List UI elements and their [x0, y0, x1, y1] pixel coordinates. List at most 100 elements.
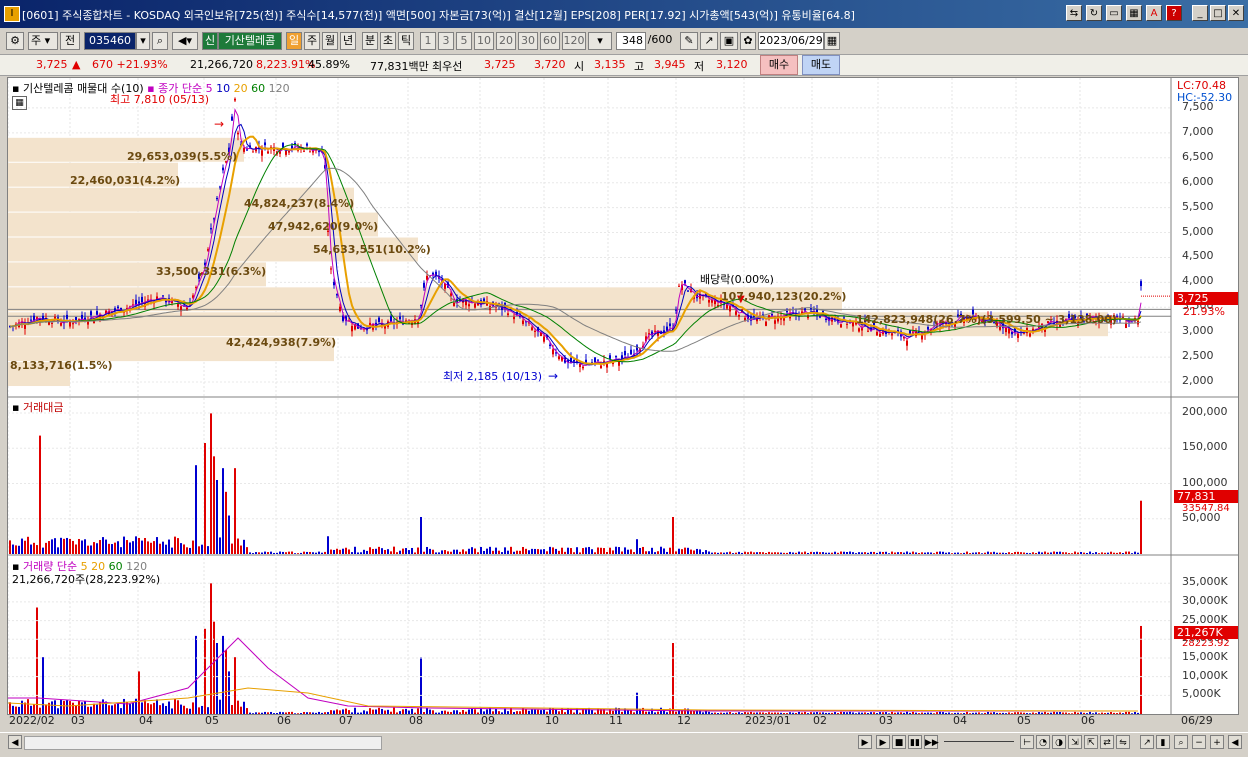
volume-bar: [732, 713, 734, 714]
amount-bar: [324, 551, 326, 554]
price-tick: 6,000: [1182, 174, 1214, 188]
fast-forward-icon[interactable]: ▶▶: [924, 735, 939, 749]
zoom-in-icon[interactable]: +: [1210, 735, 1224, 749]
volume-bar: [834, 712, 836, 714]
help-icon[interactable]: ?: [1166, 5, 1182, 21]
prev-button[interactable]: 전: [60, 32, 80, 50]
tool-1-icon[interactable]: ◔: [1036, 735, 1050, 749]
zoom-slider[interactable]: [944, 741, 1014, 742]
amount-bar: [912, 551, 914, 554]
tool-8-icon[interactable]: ▮: [1156, 735, 1170, 749]
volume-bar: [519, 711, 521, 714]
volume-bar: [252, 713, 254, 714]
candle-body: [333, 281, 335, 286]
tool-ruler-icon[interactable]: ⊢: [1020, 735, 1034, 749]
link-icon[interactable]: ⇆: [1066, 5, 1082, 21]
period-tab-month[interactable]: 월: [322, 32, 338, 50]
amount-bar: [210, 413, 212, 554]
chart-icon[interactable]: ↗: [700, 32, 718, 50]
num-tab-1[interactable]: 1: [420, 32, 436, 50]
amount-bar: [1017, 551, 1019, 554]
num-tab-60[interactable]: 60: [540, 32, 560, 50]
scroll-right-icon[interactable]: ▶: [858, 735, 872, 749]
amount-bar: [831, 552, 833, 554]
search-icon[interactable]: ⌕: [152, 32, 168, 50]
stock-code-input[interactable]: 035460: [84, 32, 136, 50]
num-tab-3[interactable]: 3: [438, 32, 454, 50]
amount-bar: [816, 551, 818, 554]
volume-bar: [867, 712, 869, 714]
tool-6-icon[interactable]: ⇋: [1116, 735, 1130, 749]
volume-bar: [1137, 712, 1139, 714]
num-tab-10[interactable]: 10: [474, 32, 494, 50]
num-tab-20[interactable]: 20: [496, 32, 516, 50]
num-tab-120[interactable]: 120: [562, 32, 586, 50]
chart-area[interactable]: → → ▼: [7, 77, 1239, 715]
calendar-icon[interactable]: ▦: [824, 32, 840, 50]
amount-bar: [1086, 553, 1088, 554]
period-tab-week[interactable]: 주: [304, 32, 320, 50]
font-icon[interactable]: A: [1146, 5, 1162, 21]
candle-body: [117, 306, 119, 309]
amount-bar: [1032, 552, 1034, 554]
amount-bar: [138, 537, 140, 554]
amount-bar: [471, 547, 473, 554]
tool-2-icon[interactable]: ◑: [1052, 735, 1066, 749]
tool-4-icon[interactable]: ⇱: [1084, 735, 1098, 749]
amount-bar: [366, 550, 368, 554]
amount-bar: [759, 552, 761, 554]
tool-5-icon[interactable]: ⇄: [1100, 735, 1114, 749]
play-icon[interactable]: ▶: [876, 735, 890, 749]
amount-bar: [90, 545, 92, 554]
open-price: 3,135: [594, 58, 626, 71]
candle-body: [90, 311, 92, 316]
grid-icon[interactable]: ▦: [1126, 5, 1142, 21]
refresh-icon[interactable]: ↻: [1086, 5, 1102, 21]
scroll-thumb[interactable]: [24, 736, 382, 750]
x-axis-label: 10: [545, 714, 559, 727]
candle-body: [231, 116, 233, 121]
sell-button[interactable]: 매도: [802, 55, 840, 75]
volume-bar: [513, 712, 515, 714]
best-ask-label: 최우선: [432, 60, 463, 73]
volume-bar: [78, 701, 80, 714]
zoom-out-icon[interactable]: −: [1192, 735, 1206, 749]
minimize-button[interactable]: _: [1192, 5, 1208, 21]
period-type-select[interactable]: 주 ▾: [28, 32, 58, 50]
save-icon[interactable]: ▣: [720, 32, 738, 50]
zoom-search-icon[interactable]: ⌕: [1174, 735, 1188, 749]
amount-bar: [12, 544, 14, 554]
num-tab-5[interactable]: 5: [456, 32, 472, 50]
sound-icon[interactable]: ◀▾: [172, 32, 198, 50]
pause-icon[interactable]: ▮▮: [908, 735, 922, 749]
period-tab-day[interactable]: 일: [286, 32, 302, 50]
period-tab-tick[interactable]: 틱: [398, 32, 414, 50]
tool-3-icon[interactable]: ⇲: [1068, 735, 1082, 749]
period-tab-second[interactable]: 초: [380, 32, 396, 50]
num-dropdown-icon[interactable]: ▾: [588, 32, 612, 50]
maximize-button[interactable]: □: [1210, 5, 1226, 21]
period-tab-year[interactable]: 년: [340, 32, 356, 50]
table-icon[interactable]: ▦: [12, 96, 27, 110]
volume-bar: [633, 712, 635, 714]
scroll-left-icon[interactable]: ◀: [8, 735, 22, 749]
zoom-fit-icon[interactable]: ◀: [1228, 735, 1242, 749]
count-input[interactable]: 348: [616, 32, 646, 50]
title-bar: I [0601] 주식종합차트 - KOSDAQ 외국인보유[725(천)] 주…: [0, 0, 1248, 28]
tool-7-icon[interactable]: ↗: [1140, 735, 1154, 749]
window-icon[interactable]: ▭: [1106, 5, 1122, 21]
tool-icon[interactable]: ⚙: [6, 32, 24, 50]
close-button[interactable]: ✕: [1228, 5, 1244, 21]
stop-icon[interactable]: ■: [892, 735, 906, 749]
candle-body: [531, 327, 533, 330]
buy-button[interactable]: 매수: [760, 55, 798, 75]
period-tab-minute[interactable]: 분: [362, 32, 378, 50]
num-tab-30[interactable]: 30: [518, 32, 538, 50]
chart-canvas[interactable]: →→▼: [8, 78, 1238, 714]
volume-bar: [1065, 712, 1067, 714]
date-input[interactable]: 2023/06/29: [758, 32, 824, 50]
settings-icon[interactable]: ✿: [740, 32, 756, 50]
code-dropdown-icon[interactable]: ▾: [136, 32, 150, 50]
pencil-icon[interactable]: ✎: [680, 32, 698, 50]
bottom-scrollbar[interactable]: ◀ ▶ ▶ ■ ▮▮ ▶▶ ⊢ ◔ ◑ ⇲ ⇱ ⇄ ⇋ ↗ ▮ ⌕ − + ◀: [0, 732, 1248, 751]
